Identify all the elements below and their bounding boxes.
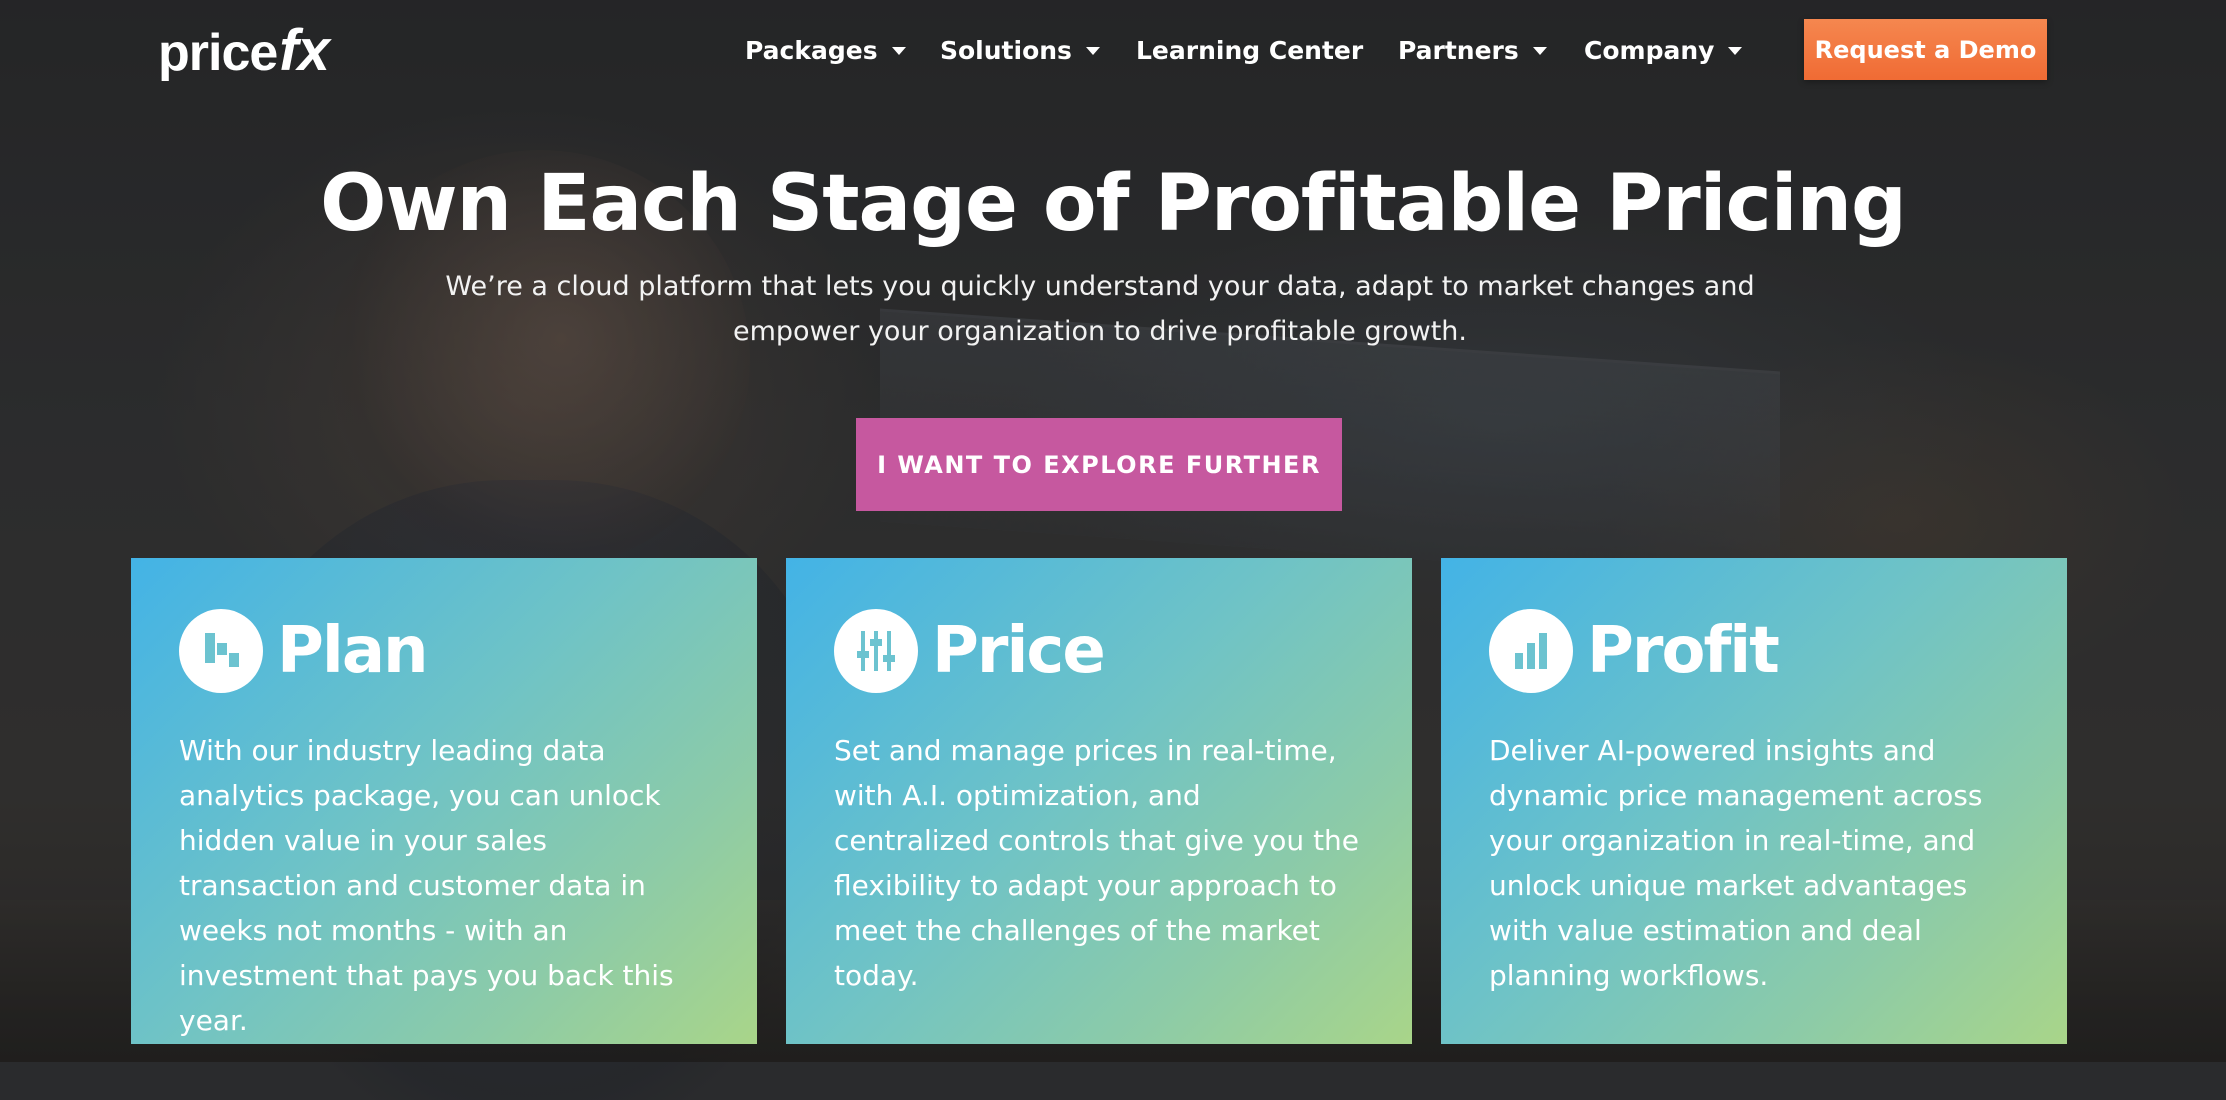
card-title: Plan: [277, 614, 429, 688]
plan-icon: [179, 609, 263, 693]
bar-chart-icon: [1489, 609, 1573, 693]
nav-item-label: Packages: [745, 35, 878, 65]
nav-item-label: Solutions: [940, 35, 1072, 65]
price-card[interactable]: Price Set and manage prices in real-time…: [786, 558, 1412, 1044]
hero-title: Own Each Stage of Profitable Pricing: [320, 159, 1907, 249]
card-description: With our industry leading data analytics…: [179, 734, 674, 1037]
card-description: Deliver AI-powered insights and dynamic …: [1489, 734, 1983, 992]
nav-item-label: Learning Center: [1136, 35, 1364, 65]
nav-item-solutions[interactable]: Solutions: [940, 24, 1100, 76]
profit-card[interactable]: Profit Deliver AI-powered insights and d…: [1441, 558, 2067, 1044]
nav-item-label: Company: [1584, 35, 1715, 65]
hero-subtitle: We’re a cloud platform that lets you qui…: [445, 271, 1755, 347]
nav-item-learning-center[interactable]: Learning Center: [1136, 24, 1363, 76]
sliders-icon: [834, 609, 918, 693]
nav-item-label: Partners: [1398, 35, 1519, 65]
chevron-down-icon: [1728, 47, 1743, 55]
nav-item-packages[interactable]: Packages: [745, 24, 906, 76]
plan-card[interactable]: Plan With our industry leading data anal…: [131, 558, 757, 1044]
chevron-down-icon: [891, 47, 906, 55]
request-demo-button[interactable]: Request a Demo: [1804, 19, 2047, 80]
card-header: Profit: [1489, 606, 2019, 696]
card-header: Plan: [179, 606, 709, 696]
card-title: Profit: [1587, 614, 1780, 688]
nav-item-partners[interactable]: Partners: [1398, 24, 1547, 76]
card-header: Price: [834, 606, 1364, 696]
chevron-down-icon: [1085, 47, 1100, 55]
nav-item-company[interactable]: Company: [1584, 24, 1743, 76]
explore-further-button[interactable]: I WANT TO EXPLORE FURTHER: [856, 418, 1342, 511]
chevron-down-icon: [1532, 47, 1547, 55]
card-title: Price: [932, 614, 1106, 688]
card-description: Set and manage prices in real-time, with…: [834, 734, 1360, 992]
site-header: price fx Packages Solutions Learning Cen…: [0, 0, 2226, 100]
